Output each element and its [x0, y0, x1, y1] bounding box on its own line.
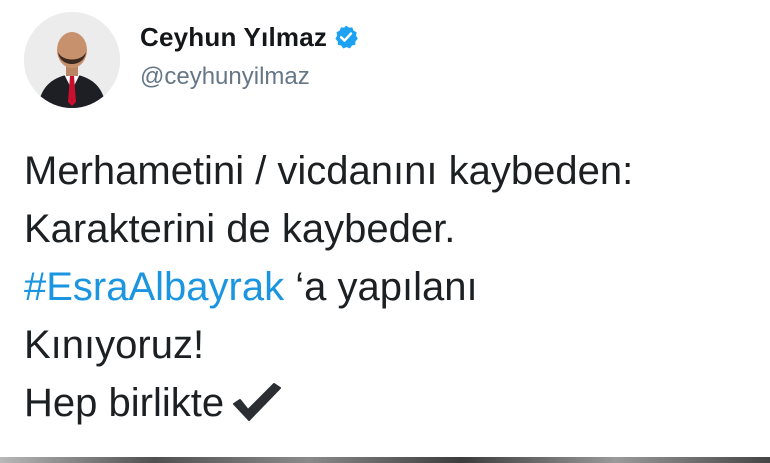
- tweet-line-5: Hep birlikte: [24, 374, 754, 432]
- tweet-line-2: Karakterini de kaybeder.: [24, 207, 456, 251]
- media-preview-edge: [0, 457, 770, 463]
- verified-badge-icon: [333, 24, 359, 50]
- hashtag-link[interactable]: #EsraAlbayrak: [24, 265, 284, 309]
- tweet-text: Merhametini / vicdanını kaybeden: Karakt…: [24, 142, 754, 432]
- avatar[interactable]: [24, 12, 120, 108]
- avatar-image: [24, 12, 120, 108]
- tweet-line-3-rest: ‘a yapılanı: [284, 265, 478, 309]
- heavy-check-mark-icon: [230, 380, 282, 422]
- display-name[interactable]: Ceyhun Yılmaz: [140, 22, 327, 53]
- tweet-header: Ceyhun Yılmaz @ceyhunyilmaz: [24, 10, 359, 110]
- tweet-line-4: Kınıyoruz!: [24, 323, 205, 367]
- tweet-line-1: Merhametini / vicdanını kaybeden:: [24, 149, 634, 193]
- author-names: Ceyhun Yılmaz @ceyhunyilmaz: [140, 22, 359, 91]
- tweet-line-3: #EsraAlbayrak ‘a yapılanı: [24, 258, 754, 316]
- display-name-row: Ceyhun Yılmaz: [140, 22, 359, 53]
- tweet-line-5-text: Hep birlikte: [24, 381, 225, 425]
- tweet-card: Ceyhun Yılmaz @ceyhunyilmaz Merhametini …: [0, 0, 770, 463]
- handle[interactable]: @ceyhunyilmaz: [140, 63, 359, 91]
